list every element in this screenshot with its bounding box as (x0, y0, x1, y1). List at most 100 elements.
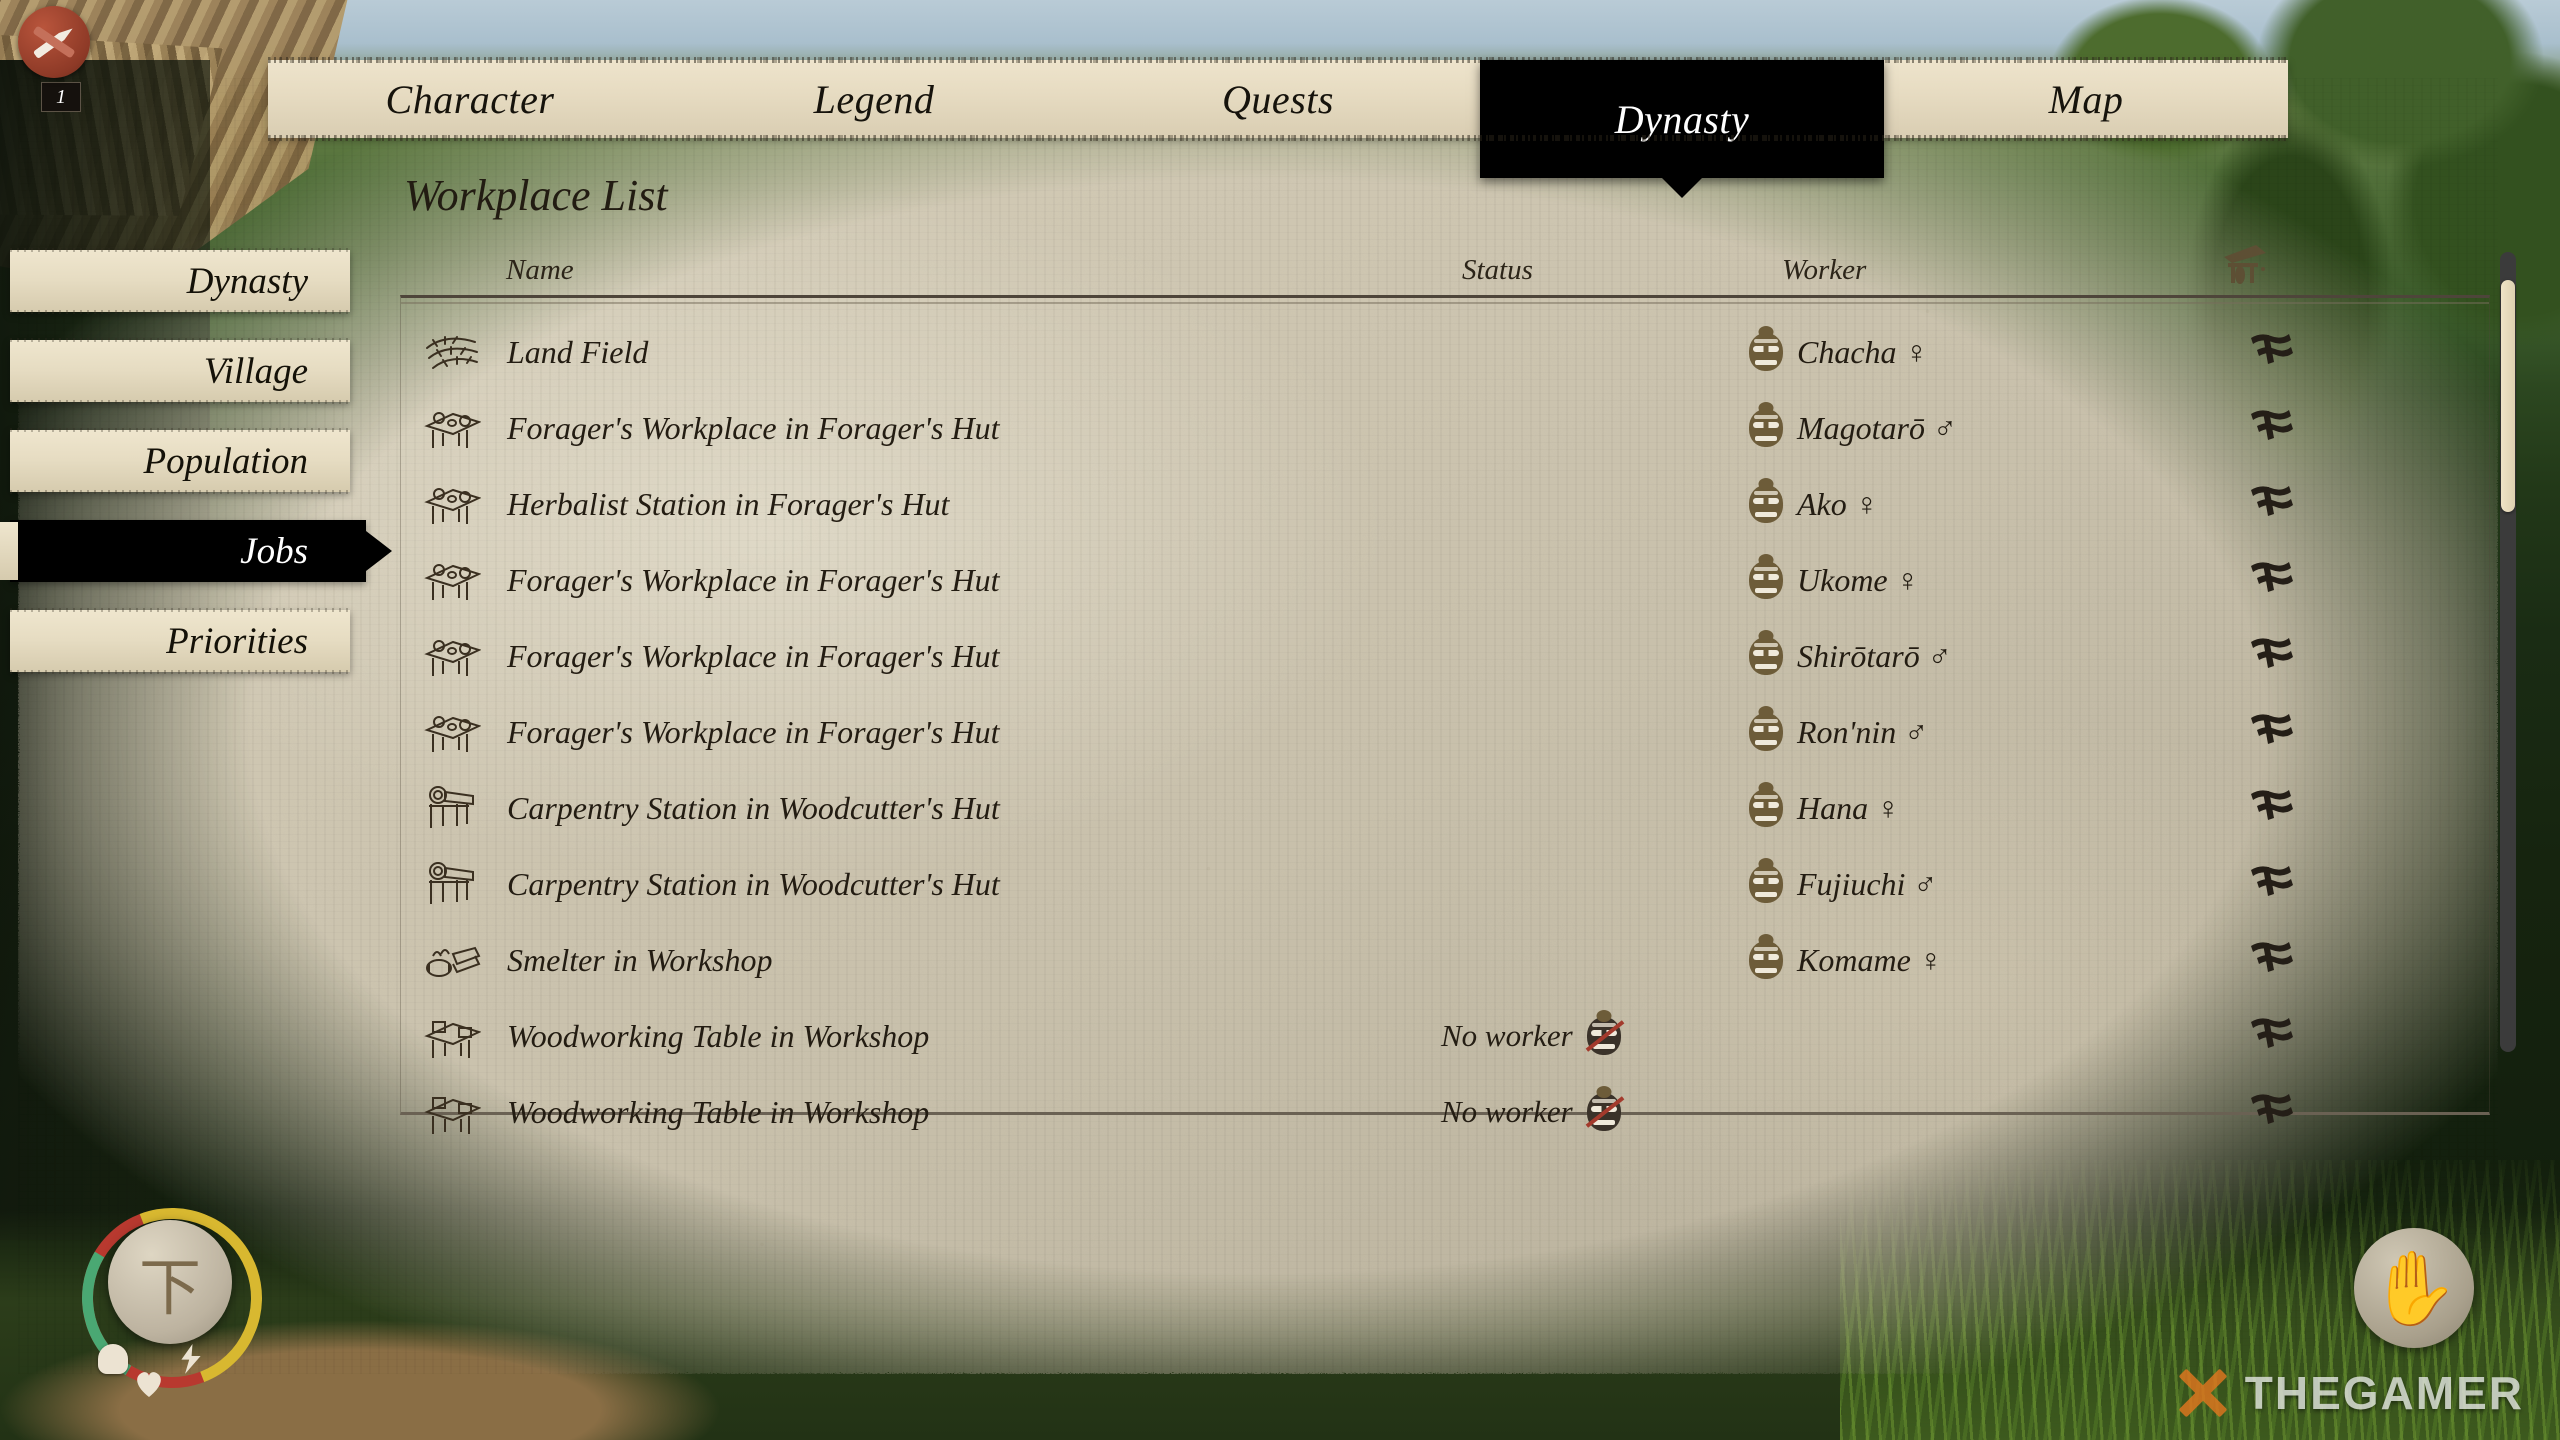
forager-table-icon (423, 554, 482, 606)
notification-count: 1 (41, 82, 81, 112)
table-row[interactable]: Forager's Workplace in Forager's Hut Ukom… (401, 542, 2489, 618)
worker-cell[interactable]: Hana ♀ (1749, 789, 1900, 827)
table-row[interactable]: Woodworking Table in Workshop No worker (401, 998, 2489, 1074)
hut-icon[interactable] (2247, 708, 2293, 757)
worker-cell[interactable]: Chacha ♀ (1749, 333, 1929, 371)
smelter-icon (423, 934, 481, 986)
workplace-status: No worker (1441, 1017, 1625, 1055)
hut-icon[interactable] (2247, 556, 2293, 605)
table-row[interactable]: Forager's Workplace in Forager's Hut Shir… (401, 618, 2489, 694)
worker-avatar-icon (1749, 713, 1783, 751)
worker-cell[interactable]: Fujiuchi ♂ (1749, 865, 1937, 903)
table-row[interactable]: Carpentry Station in Woodcutter's Hut Fuj… (401, 846, 2489, 922)
watermark-text: THEGAMER (2244, 1367, 2524, 1419)
worker-name: Ako ♀ (1797, 485, 1879, 522)
table-row[interactable]: Land Field Chacha ♀ (401, 314, 2489, 390)
tab-quests[interactable]: Quests (1076, 60, 1480, 138)
sidebar-item-jobs[interactable]: Jobs (0, 520, 392, 582)
no-worker-icon (1585, 1017, 1625, 1055)
worker-cell[interactable]: Shirōtarō ♂ (1749, 637, 1952, 675)
woodworking-table-icon (423, 1086, 482, 1138)
workplace-name: Woodworking Table in Workshop (507, 1017, 930, 1054)
hut-icon[interactable] (2247, 784, 2293, 833)
sidebar-item-priorities[interactable]: Priorities (10, 608, 350, 674)
woodworking-table-icon (423, 1010, 482, 1062)
worker-name: Shirōtarō ♂ (1797, 637, 1952, 674)
worker-avatar-icon (1749, 485, 1783, 523)
sidebar: Dynasty Village Population Jobs Prioriti… (0, 248, 410, 700)
forager-table-icon (423, 706, 482, 758)
workplace-name: Woodworking Table in Workshop (507, 1093, 930, 1130)
worker-avatar-icon (1749, 789, 1783, 827)
top-tab-bar: Character Legend Quests Dynasty Map (268, 57, 2288, 178)
no-worker-icon (1585, 1093, 1625, 1131)
sidebar-item-dynasty[interactable]: Dynasty (10, 248, 350, 314)
forager-table-icon (423, 630, 482, 682)
hut-icon[interactable] (2247, 328, 2293, 377)
worker-cell[interactable]: Magotarō ♂ (1749, 409, 1957, 447)
table-row[interactable]: Woodworking Table in Workshop No worker (401, 1074, 2489, 1150)
workplace-name: Forager's Workplace in Forager's Hut (507, 713, 1000, 750)
interaction-hud: ✋ (2354, 1228, 2474, 1348)
worker-name: Magotarō ♂ (1797, 409, 1957, 446)
table-row[interactable]: Smelter in Workshop Komame ♀ (401, 922, 2489, 998)
sidebar-item-village[interactable]: Village (10, 338, 350, 404)
tab-map[interactable]: Map (1884, 60, 2288, 138)
tab-dynasty[interactable]: Dynasty (1480, 60, 1884, 178)
scrollbar-thumb[interactable] (2501, 280, 2515, 512)
column-headers: Name Status Worker (400, 231, 2490, 287)
table-row[interactable]: Carpentry Station in Woodcutter's Hut Han… (401, 770, 2489, 846)
column-header-name: Name (506, 254, 574, 286)
worker-avatar-icon (1749, 333, 1783, 371)
worker-name: Chacha ♀ (1797, 333, 1929, 370)
sidebar-item-population[interactable]: Population (10, 428, 350, 494)
workplace-name: Herbalist Station in Forager's Hut (507, 485, 950, 522)
hut-icon[interactable] (2247, 936, 2293, 985)
carpentry-icon (423, 782, 481, 834)
table-row[interactable]: Forager's Workplace in Forager's Hut Ron'… (401, 694, 2489, 770)
chevron-right-icon (366, 531, 392, 571)
sidebar-item-label: Dynasty (186, 260, 308, 302)
workplace-name: Smelter in Workshop (507, 941, 773, 978)
worker-name: Ron'nin ♂ (1797, 713, 1929, 750)
table-row[interactable]: Herbalist Station in Forager's Hut Ako ♀ (401, 466, 2489, 542)
column-header-status: Status (1462, 254, 1533, 286)
sidebar-active-nub (0, 522, 18, 580)
player-emblem-icon: 下 (108, 1220, 232, 1344)
page-title: Workplace List (404, 171, 668, 220)
worker-cell[interactable]: Ron'nin ♂ (1749, 713, 1928, 751)
sidebar-item-label: Population (143, 440, 308, 482)
column-header-worker: Worker (1782, 254, 1867, 286)
worker-name: Ukome ♀ (1797, 561, 1920, 598)
sidebar-item-label: Priorities (166, 620, 308, 662)
hut-icon[interactable] (2247, 1088, 2293, 1137)
workplace-list-panel: Workplace List Name Status Worker Land F… (400, 170, 2490, 1134)
workplace-name: Forager's Workplace in Forager's Hut (507, 561, 1000, 598)
hut-icon[interactable] (2247, 404, 2293, 453)
worker-cell[interactable]: Ukome ♀ (1749, 561, 1920, 599)
workplace-name: Carpentry Station in Woodcutter's Hut (507, 865, 1000, 902)
notification-badge[interactable]: 1 (18, 6, 104, 112)
tab-legend[interactable]: Legend (672, 60, 1076, 138)
status-label: No worker (1441, 1094, 1573, 1129)
sidebar-item-label: Village (203, 350, 308, 392)
table-row[interactable]: Forager's Workplace in Forager's Hut Mago… (401, 390, 2489, 466)
worker-name: Fujiuchi ♂ (1797, 865, 1938, 902)
tab-character[interactable]: Character (268, 60, 672, 138)
worker-name: Komame ♀ (1797, 941, 1943, 978)
workplace-name: Forager's Workplace in Forager's Hut (507, 637, 1000, 674)
workplace-list-table: Land Field Chacha ♀ Forager's Workplace i… (400, 295, 2490, 1134)
worker-name: Hana ♀ (1797, 789, 1901, 826)
food-icon (98, 1344, 128, 1374)
worker-cell[interactable]: Komame ♀ (1749, 941, 1943, 979)
thegamer-logo-icon (2177, 1367, 2229, 1419)
worker-cell[interactable]: Ako ♀ (1749, 485, 1879, 523)
player-status-hud: 下 (53, 1179, 291, 1417)
carpentry-icon (423, 858, 481, 910)
hut-icon[interactable] (2247, 480, 2293, 529)
worker-avatar-icon (1749, 865, 1783, 903)
hut-icon[interactable] (2247, 632, 2293, 681)
hut-icon[interactable] (2247, 860, 2293, 909)
hut-icon[interactable] (2247, 1012, 2293, 1061)
list-scrollbar[interactable] (2500, 252, 2516, 1052)
